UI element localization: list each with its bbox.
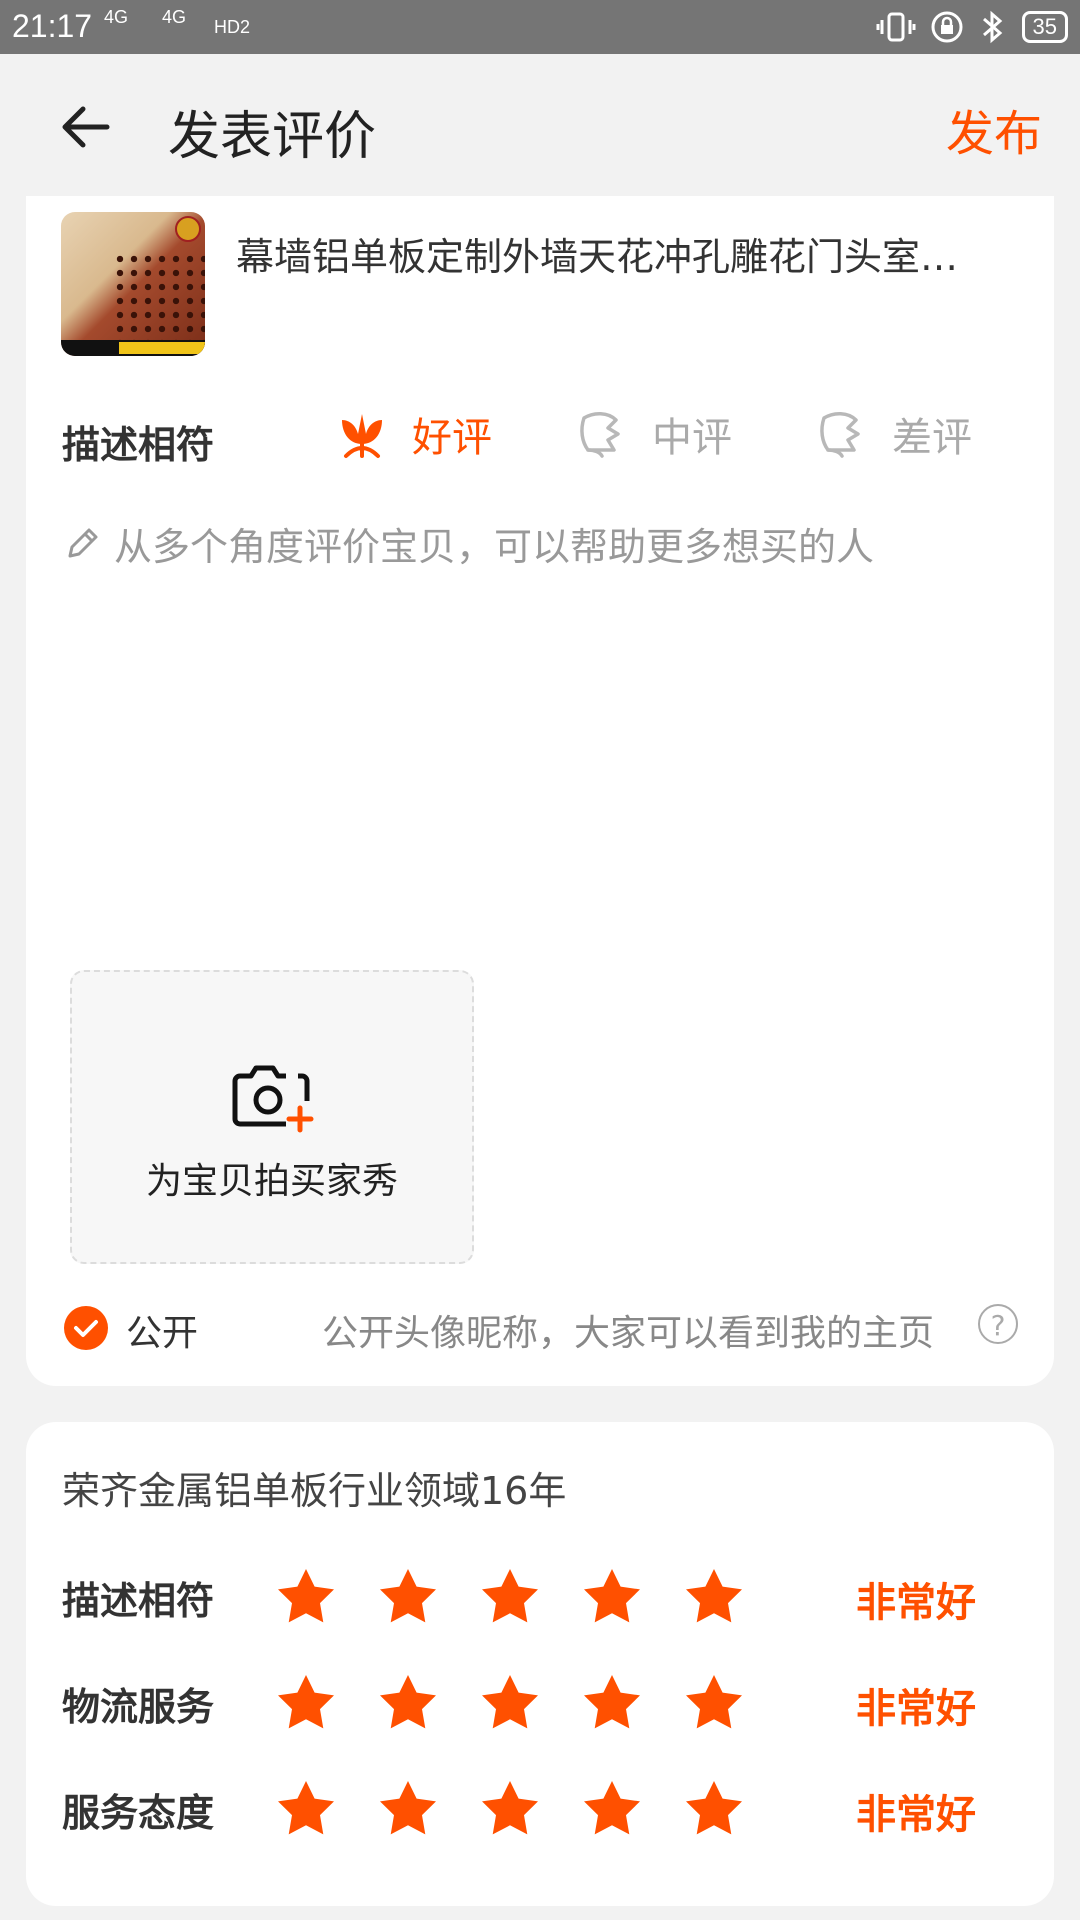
star-icon[interactable] bbox=[582, 1672, 642, 1732]
score-label: 物流服务 bbox=[62, 1685, 215, 1729]
status-bar: 21:17 4G 4G HD2 35 bbox=[0, 0, 1080, 54]
status-icons: 35 bbox=[876, 8, 1068, 46]
star-icon[interactable] bbox=[582, 1566, 642, 1626]
help-icon[interactable]: ? bbox=[978, 1304, 1018, 1344]
star-rating bbox=[276, 1778, 744, 1838]
public-description: 公开头像昵称，大家可以看到我的主页 bbox=[322, 1313, 935, 1354]
score-text: 非常好 bbox=[856, 1686, 976, 1732]
lock-rotation-icon bbox=[931, 11, 963, 43]
score-row-description: 描述相符 非常好 bbox=[62, 1562, 1022, 1626]
star-icon[interactable] bbox=[378, 1566, 438, 1626]
rating-option-neutral[interactable]: 中评 bbox=[574, 402, 732, 466]
rating-option-bad[interactable]: 差评 bbox=[814, 402, 972, 466]
shop-rating-card: 荣齐金属铝单板行业领域16年 描述相符 非常好 物流服务 非常好 服务态度 非常… bbox=[26, 1422, 1054, 1906]
score-text: 非常好 bbox=[856, 1580, 976, 1626]
page-title: 发表评价 bbox=[168, 107, 377, 167]
vibrate-icon bbox=[876, 12, 916, 42]
rating-option-label: 差评 bbox=[892, 415, 972, 461]
star-icon[interactable] bbox=[684, 1672, 744, 1732]
star-rating bbox=[276, 1566, 744, 1626]
star-icon[interactable] bbox=[480, 1566, 540, 1626]
review-textarea[interactable]: 从多个角度评价宝贝，可以帮助更多想买的人 bbox=[62, 516, 1018, 836]
star-icon[interactable] bbox=[276, 1672, 336, 1732]
photo-upload-label: 为宝贝拍买家秀 bbox=[145, 1161, 398, 1202]
star-icon[interactable] bbox=[276, 1778, 336, 1838]
star-icon[interactable] bbox=[480, 1672, 540, 1732]
rating-label: 描述相符 bbox=[62, 423, 215, 467]
star-icon[interactable] bbox=[378, 1672, 438, 1732]
product-title[interactable]: 幕墙铝单板定制外墙天花冲孔雕花门头室… bbox=[236, 226, 1036, 281]
checkmark-icon bbox=[74, 1320, 98, 1337]
star-icon[interactable] bbox=[480, 1778, 540, 1838]
rating-option-label: 中评 bbox=[652, 415, 732, 461]
image-banner-highlight bbox=[119, 342, 205, 354]
star-icon[interactable] bbox=[684, 1566, 744, 1626]
score-label: 服务态度 bbox=[62, 1791, 215, 1835]
score-row-logistics: 物流服务 非常好 bbox=[62, 1668, 1022, 1732]
back-arrow-icon[interactable] bbox=[55, 97, 115, 157]
star-icon[interactable] bbox=[378, 1778, 438, 1838]
score-row-service: 服务态度 非常好 bbox=[62, 1774, 1022, 1838]
badge-icon bbox=[175, 216, 201, 242]
product-thumbnail[interactable] bbox=[61, 212, 205, 356]
camera-add-icon bbox=[232, 1065, 314, 1133]
battery-indicator: 35 bbox=[1021, 11, 1068, 43]
rating-option-label: 好评 bbox=[412, 415, 492, 461]
review-placeholder-text: 从多个角度评价宝贝，可以帮助更多想买的人 bbox=[114, 525, 875, 569]
star-icon[interactable] bbox=[684, 1778, 744, 1838]
publish-button[interactable]: 发布 bbox=[946, 94, 1042, 164]
review-card: 幕墙铝单板定制外墙天花冲孔雕花门头室… 描述相符 好评 中评 差评 从多个角度评… bbox=[26, 196, 1054, 1386]
score-text: 非常好 bbox=[856, 1792, 976, 1838]
photo-upload-button[interactable]: 为宝贝拍买家秀 bbox=[70, 970, 474, 1264]
nav-bar: 发表评价 发布 bbox=[0, 54, 1080, 196]
hd-icon: HD2 bbox=[214, 17, 251, 37]
public-checkbox[interactable] bbox=[64, 1306, 108, 1350]
bluetooth-icon bbox=[982, 10, 1002, 44]
signal-4g-icon: 4G bbox=[104, 7, 129, 27]
score-label: 描述相符 bbox=[62, 1579, 215, 1623]
shop-name: 荣齐金属铝单板行业领域16年 bbox=[62, 1469, 567, 1513]
good-rating-flower-icon bbox=[342, 414, 382, 458]
star-rating bbox=[276, 1672, 744, 1732]
rating-option-good[interactable]: 好评 bbox=[334, 402, 492, 466]
star-icon[interactable] bbox=[582, 1778, 642, 1838]
star-icon[interactable] bbox=[276, 1566, 336, 1626]
bad-rating-icon bbox=[820, 412, 860, 458]
neutral-rating-icon bbox=[580, 412, 620, 458]
status-time: 21:17 bbox=[12, 8, 93, 44]
signal-4g-icon: 4G bbox=[162, 7, 187, 27]
public-label[interactable]: 公开 bbox=[126, 1304, 198, 1356]
pencil-icon bbox=[68, 528, 98, 557]
review-placeholder: 从多个角度评价宝贝，可以帮助更多想买的人 bbox=[62, 516, 874, 571]
